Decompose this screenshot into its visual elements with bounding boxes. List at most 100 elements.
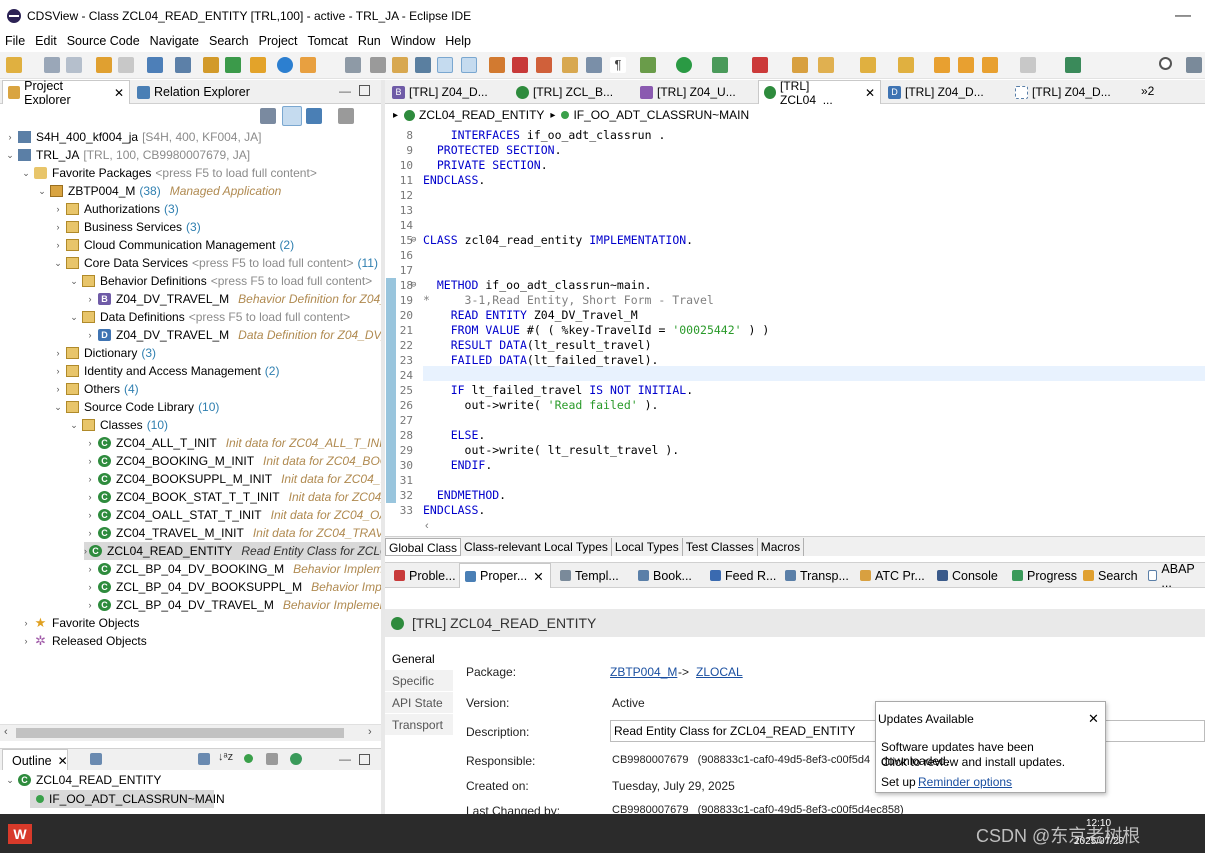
scroll-left-icon[interactable]: ‹ — [4, 726, 8, 738]
scrollbar-thumb[interactable] — [16, 728, 344, 738]
editor-tab[interactable]: B [TRL] Z04_D... — [387, 80, 493, 104]
tree-item-favorite-objects[interactable]: › ★ Favorite Objects — [20, 614, 140, 632]
maximize-view-icon[interactable] — [359, 754, 370, 765]
next-annotation-icon[interactable] — [860, 57, 876, 73]
redo-icon[interactable] — [118, 57, 134, 73]
menu-edit[interactable]: Edit — [30, 34, 62, 48]
minimize-view-icon[interactable]: — — [339, 84, 351, 98]
tree-item-class[interactable]: › C ZC04_TRAVEL_M_INIT Init data for ZC04_… — [84, 524, 382, 542]
close-icon[interactable]: ✕ — [533, 569, 543, 584]
more-tabs-indicator[interactable]: »2 — [1141, 84, 1154, 98]
side-tab-api-state[interactable]: API State — [385, 692, 453, 714]
tree-item-class[interactable]: › C ZCL_BP_04_DV_TRAVEL_M Behavior Impleme… — [84, 596, 382, 614]
activate-all-icon[interactable] — [300, 57, 316, 73]
show-public-icon[interactable] — [244, 754, 253, 763]
code-line[interactable]: 21 FROM VALUE #( ( %key-TravelId = '0002… — [385, 323, 1205, 338]
menu-run[interactable]: Run — [353, 34, 386, 48]
toggle-mark-icon[interactable] — [437, 57, 453, 73]
close-icon[interactable]: ✕ — [114, 86, 124, 100]
tab-transport[interactable]: Transp... — [780, 563, 854, 588]
hide-nonpublic-icon[interactable] — [290, 753, 302, 765]
outline-method[interactable]: IF_OO_ADT_CLASSRUN~MAIN — [30, 790, 225, 808]
paragraph-icon[interactable]: ¶ — [610, 57, 626, 73]
minimize-button[interactable]: — — [1160, 0, 1205, 31]
view-menu-icon[interactable] — [338, 108, 354, 124]
tree-item-others[interactable]: › Others (4) — [52, 380, 139, 398]
tree-item-class[interactable]: › C ZC04_ALL_T_INIT Init data for ZC04_ALL… — [84, 434, 382, 452]
filter-icon[interactable] — [306, 108, 322, 124]
outline-class[interactable]: ⌄ C ZCL04_READ_ENTITY — [4, 771, 161, 789]
undo-icon[interactable] — [96, 57, 112, 73]
breadcrumb-class[interactable]: ZCL04_READ_ENTITY — [419, 108, 544, 122]
coverage-icon[interactable] — [712, 57, 728, 73]
tree-item-favorite-packages[interactable]: ⌄ Favorite Packages <press F5 to load fu… — [20, 164, 317, 182]
code-line[interactable]: 25 IF lt_failed_travel IS NOT INITIAL. — [385, 383, 1205, 398]
tree-item-class[interactable]: ›C ZCL_BP_04_DV_BOOKING_MBehavior Implem… — [84, 560, 382, 578]
save-icon[interactable] — [44, 57, 60, 73]
code-line[interactable]: 32 ENDMETHOD. — [385, 488, 1205, 503]
tab-problems[interactable]: Proble... — [389, 563, 461, 588]
collapse-icon[interactable]: ⌄ — [36, 186, 48, 197]
tree-item-ddef[interactable]: › D Z04_DV_TRAVEL_M Data Definition for Z… — [84, 326, 382, 344]
tree-item-released-objects[interactable]: › ✲ Released Objects — [20, 632, 147, 650]
code-line[interactable]: 12 — [385, 188, 1205, 203]
tree-item-iam[interactable]: › Identity and Access Management (2) — [52, 362, 280, 380]
scroll-right-icon[interactable]: › — [368, 726, 372, 738]
tree-item-data-definitions[interactable]: ⌄ Data Definitions <press F5 to load ful… — [68, 308, 350, 326]
package-link[interactable]: ZBTP004_M — [610, 665, 677, 679]
parent-package-link[interactable]: ZLOCAL — [696, 665, 743, 679]
save-all-icon[interactable] — [66, 57, 82, 73]
code-line[interactable]: 28 ELSE. — [385, 428, 1205, 443]
minimize-view-icon[interactable]: — — [339, 752, 351, 766]
last-edit-icon[interactable] — [934, 57, 950, 73]
editor-tab[interactable]: [TRL] ZCL_B... — [511, 80, 618, 104]
show-whitespace-icon[interactable] — [586, 57, 602, 73]
forward-edit-icon[interactable] — [958, 57, 974, 73]
tab-abap[interactable]: ABAP ... — [1143, 562, 1205, 590]
code-editor[interactable]: 8 INTERFACES if_oo_adt_classrun .9 PROTE… — [385, 126, 1205, 519]
highlight-icon[interactable] — [461, 57, 477, 73]
open-folder-icon[interactable] — [792, 57, 808, 73]
collapse-icon[interactable]: ⌄ — [20, 168, 32, 179]
pen-icon[interactable] — [489, 57, 505, 73]
collapse-all-icon[interactable] — [260, 108, 276, 124]
tab-outline[interactable]: Outline ✕ — [2, 749, 68, 771]
search-icon[interactable] — [1159, 57, 1172, 70]
open-object-icon[interactable] — [203, 57, 219, 73]
code-line[interactable]: 17 — [385, 263, 1205, 278]
tab-templates[interactable]: Templ... — [555, 563, 624, 588]
menu-window[interactable]: Window — [386, 34, 440, 48]
search-object-icon[interactable] — [345, 57, 361, 73]
code-line[interactable]: 19 * 3-1,Read Entity, Short Form - Travel — [385, 293, 1205, 308]
outline-expand-icon[interactable] — [198, 753, 210, 765]
tab-atc-problems[interactable]: ATC Pr... — [855, 563, 930, 588]
console-icon[interactable] — [147, 57, 163, 73]
editor-tab-active[interactable]: [TRL] ZCL04_... ✕ — [758, 79, 881, 107]
close-icon[interactable]: ✕ — [1088, 711, 1099, 727]
scroll-left-icon[interactable]: ‹ — [425, 520, 429, 532]
side-tab-transport[interactable]: Transport — [385, 714, 453, 736]
perspective-icon[interactable] — [1065, 57, 1081, 73]
subtab-local-types[interactable]: Local Types — [612, 537, 683, 556]
code-line[interactable]: 30 ENDIF. — [385, 458, 1205, 473]
code-line[interactable]: 22 RESULT DATA(lt_result_travel) — [385, 338, 1205, 353]
menu-search[interactable]: Search — [204, 34, 254, 48]
debug-icon[interactable] — [640, 57, 656, 73]
open-perspective-icon[interactable] — [1186, 57, 1202, 73]
tree-item-zbtp004[interactable]: ⌄ ZBTP004_M (38) Managed Application — [36, 182, 281, 200]
code-line[interactable]: 15 ⊖ CLASS zcl04_read_entity IMPLEMENTATIO… — [385, 233, 1205, 248]
breadcrumb-method[interactable]: IF_OO_ADT_CLASSRUN~MAIN — [573, 108, 749, 122]
tree-item-behavior-definitions[interactable]: ⌄ Behavior Definitions <press F5 to load… — [68, 272, 372, 290]
tab-relation-explorer[interactable]: Relation Explorer — [132, 80, 255, 104]
format-icon[interactable] — [415, 57, 431, 73]
code-line[interactable]: 14 — [385, 218, 1205, 233]
subtab-test-classes[interactable]: Test Classes — [683, 537, 758, 556]
tab-console[interactable]: Console — [932, 563, 1003, 588]
code-line[interactable]: 29 out->write( lt_result_travel ). — [385, 443, 1205, 458]
tab-properties[interactable]: Proper... ✕ — [459, 563, 551, 588]
tree-item-class[interactable]: › C ZC04_OALL_STAT_T_INIT Init data for ZC… — [84, 506, 382, 524]
remove-icon[interactable] — [536, 57, 552, 73]
tab-bookmarks[interactable]: Book... — [633, 563, 697, 588]
tab-feed-reader[interactable]: Feed R... — [705, 563, 781, 588]
tree-item-authorizations[interactable]: › Authorizations (3) — [52, 200, 179, 218]
